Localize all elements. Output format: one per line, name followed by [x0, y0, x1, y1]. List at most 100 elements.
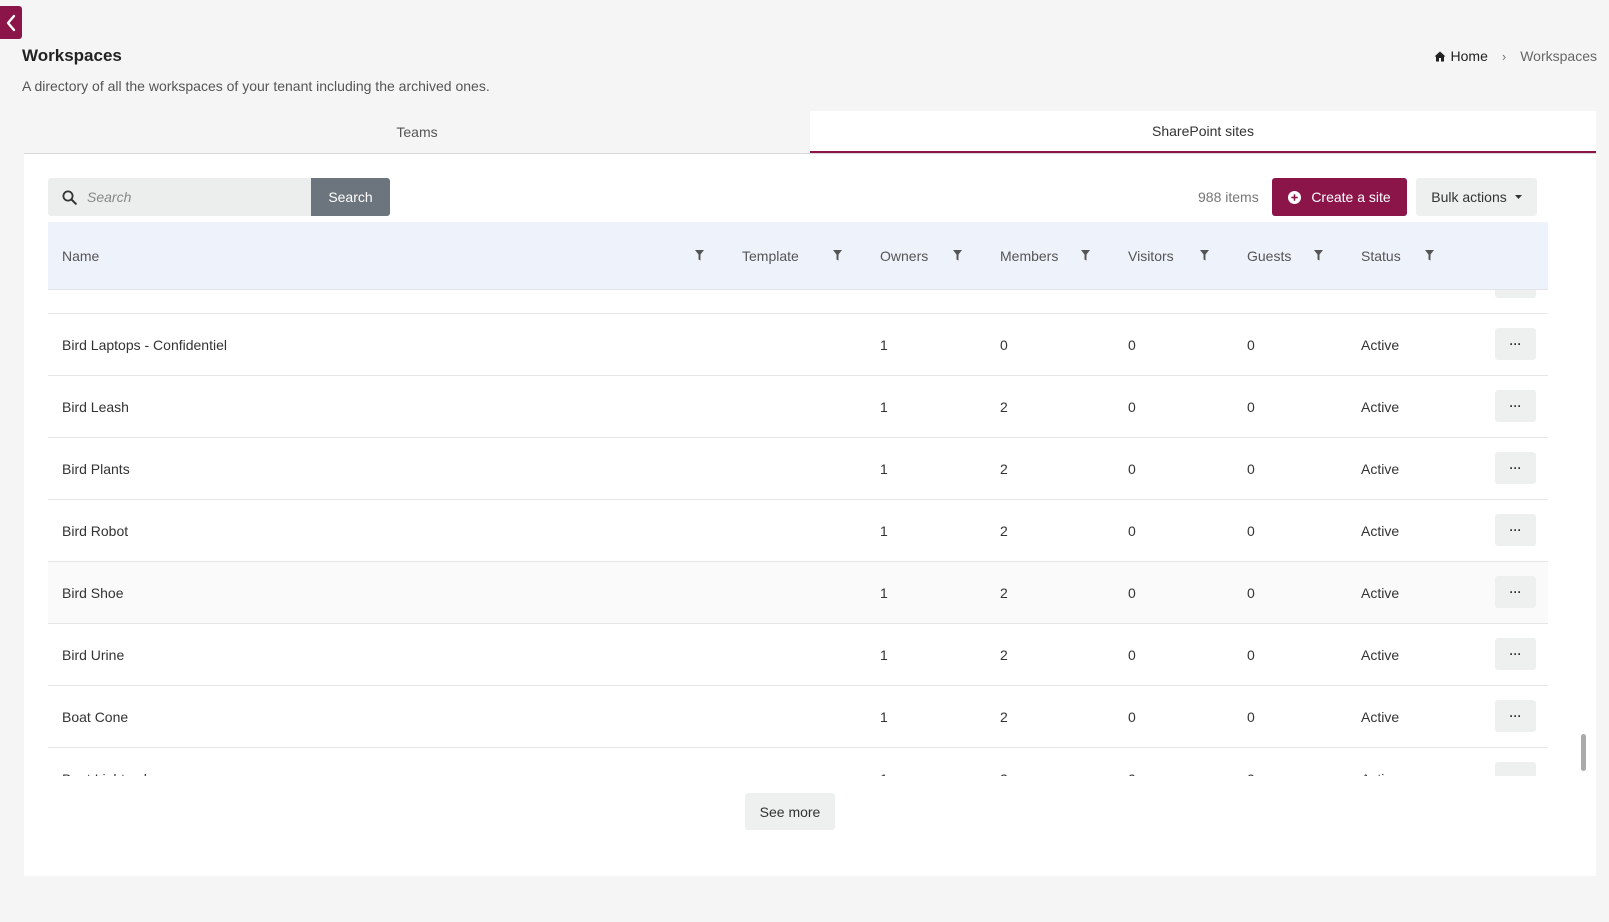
table-header: Name Template Owners Members Visitors Gu…: [48, 222, 1548, 289]
search-icon: [62, 190, 77, 205]
cell-visitors: 0: [1128, 523, 1136, 539]
cell-name[interactable]: Bird Laptops - Confidentiel: [62, 314, 227, 376]
cell-status: Active: [1361, 337, 1400, 353]
search-input[interactable]: [87, 189, 297, 205]
filter-icon[interactable]: [1190, 238, 1218, 272]
cell-name[interactable]: Boat Cone: [62, 686, 128, 748]
cell-members: 0: [1000, 337, 1008, 353]
table-row[interactable]: Bird Laptops - Confidentiel 1 0 0 0 Acti…: [48, 314, 1548, 376]
row-actions-button[interactable]: ···: [1495, 390, 1536, 422]
search-button[interactable]: Search: [311, 178, 390, 216]
column-header-guests[interactable]: Guests: [1247, 222, 1291, 289]
search-box: [48, 178, 311, 216]
column-header-members[interactable]: Members: [1000, 222, 1058, 289]
cell-visitors: 0: [1128, 748, 1136, 776]
row-actions-button[interactable]: ···: [1495, 452, 1536, 484]
table-row[interactable]: Bird Plants 1 2 0 0 Active ···: [48, 438, 1548, 500]
filter-icon[interactable]: [943, 238, 971, 272]
cell-status: Active: [1361, 399, 1400, 415]
table-row[interactable]: Bird Urine 1 2 0 0 Active ···: [48, 624, 1548, 686]
row-actions-button[interactable]: ···: [1495, 700, 1536, 732]
chevron-left-icon: [6, 14, 16, 31]
row-actions-button[interactable]: ···: [1495, 290, 1536, 298]
breadcrumb-current: Workspaces: [1520, 48, 1597, 64]
table-scrollbar[interactable]: [1579, 289, 1587, 776]
cell-visitors: 0: [1128, 461, 1136, 477]
cell-guests: 0: [1247, 523, 1255, 539]
cell-name[interactable]: Bird Leash: [62, 376, 129, 438]
cell-guests: 0: [1247, 748, 1255, 776]
plus-circle-icon: [1288, 190, 1302, 204]
row-actions-button[interactable]: ···: [1495, 514, 1536, 546]
column-header-visitors[interactable]: Visitors: [1128, 222, 1174, 289]
cell-guests: 0: [1247, 399, 1255, 415]
cell-guests: 0: [1247, 337, 1255, 353]
filter-icon[interactable]: [685, 238, 713, 272]
column-header-name[interactable]: Name: [62, 222, 99, 289]
cell-owners: 1: [880, 461, 888, 477]
table-row[interactable]: Bird Leash 1 2 0 0 Active ···: [48, 376, 1548, 438]
cell-name[interactable]: Bird Urine: [62, 624, 124, 686]
sidebar-collapse-button[interactable]: [0, 6, 22, 39]
table-body[interactable]: ··· Bird Laptops - Confidentiel 1 0 0 0 …: [48, 289, 1548, 776]
cell-guests: 0: [1247, 709, 1255, 725]
filter-icon[interactable]: [1415, 238, 1443, 272]
cell-members: 2: [1000, 461, 1008, 477]
column-header-owners[interactable]: Owners: [880, 222, 928, 289]
cell-visitors: 0: [1128, 337, 1136, 353]
cell-visitors: 0: [1128, 647, 1136, 663]
filter-icon[interactable]: [1071, 238, 1099, 272]
cell-name[interactable]: Bird Robot: [62, 500, 128, 562]
bulk-actions-button[interactable]: Bulk actions: [1416, 178, 1537, 216]
cell-members: 2: [1000, 647, 1008, 663]
table-row[interactable]: Bird Shoe 1 2 0 0 Active ···: [48, 562, 1548, 624]
cell-members: 2: [1000, 585, 1008, 601]
cell-guests: 0: [1247, 461, 1255, 477]
filter-icon[interactable]: [823, 238, 851, 272]
table-row[interactable]: Boat Cone 1 2 0 0 Active ···: [48, 686, 1548, 748]
column-header-status[interactable]: Status: [1361, 222, 1401, 289]
tab-teams[interactable]: Teams: [24, 111, 810, 153]
see-more-button[interactable]: See more: [745, 793, 835, 830]
home-icon: [1434, 51, 1446, 61]
caret-down-icon: [1514, 195, 1522, 199]
cell-visitors: 0: [1128, 709, 1136, 725]
items-count: 988 items: [1198, 189, 1259, 205]
cell-status: Active: [1361, 461, 1400, 477]
cell-status: Active: [1361, 647, 1400, 663]
cell-visitors: 0: [1128, 399, 1136, 415]
page-description: A directory of all the workspaces of you…: [22, 78, 490, 94]
table-row-partial[interactable]: ···: [48, 290, 1548, 314]
create-site-button[interactable]: Create a site: [1272, 178, 1407, 216]
breadcrumb-home[interactable]: Home: [1434, 48, 1488, 64]
row-actions-button[interactable]: ···: [1495, 328, 1536, 360]
row-actions-button[interactable]: ···: [1495, 762, 1536, 776]
cell-name[interactable]: Boat Light saber: [62, 748, 164, 776]
cell-owners: 1: [880, 748, 888, 776]
cell-visitors: 0: [1128, 585, 1136, 601]
cell-guests: 0: [1247, 585, 1255, 601]
row-actions-button[interactable]: ···: [1495, 638, 1536, 670]
cell-owners: 1: [880, 585, 888, 601]
cell-owners: 1: [880, 399, 888, 415]
cell-guests: 0: [1247, 647, 1255, 663]
toolbar: Search 988 items Create a site Bulk acti…: [48, 178, 1548, 216]
column-header-template[interactable]: Template: [742, 222, 799, 289]
cell-owners: 1: [880, 647, 888, 663]
filter-icon[interactable]: [1304, 238, 1332, 272]
cell-name[interactable]: Bird Shoe: [62, 562, 123, 624]
table-row[interactable]: Boat Light saber 1 2 0 0 Active ···: [48, 748, 1548, 776]
chevron-right-icon: ›: [1501, 48, 1507, 64]
cell-status: Active: [1361, 585, 1400, 601]
cell-members: 2: [1000, 709, 1008, 725]
page-title: Workspaces: [22, 46, 122, 65]
cell-owners: 1: [880, 709, 888, 725]
create-site-label: Create a site: [1311, 189, 1391, 205]
tab-sharepoint-sites[interactable]: SharePoint sites: [810, 111, 1596, 153]
cell-owners: 1: [880, 523, 888, 539]
cell-name[interactable]: Bird Plants: [62, 438, 130, 500]
row-actions-button[interactable]: ···: [1495, 576, 1536, 608]
cell-status: Active: [1361, 523, 1400, 539]
scrollbar-thumb[interactable]: [1581, 734, 1586, 771]
table-row[interactable]: Bird Robot 1 2 0 0 Active ···: [48, 500, 1548, 562]
